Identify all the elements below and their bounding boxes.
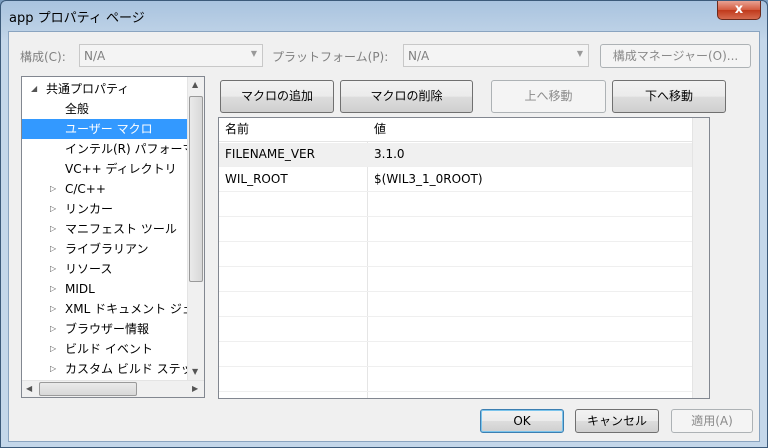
move-up-button[interactable]: 上へ移動 [491,80,606,113]
delete-macro-button[interactable]: マクロの削除 [340,80,473,113]
config-dropdown[interactable]: N/A ▼ [79,44,263,67]
collapsed-arrow-icon[interactable]: ▷ [50,279,56,299]
tree-item-custom-build-step[interactable]: ▷ カスタム ビルド ステップ [22,359,190,379]
collapsed-arrow-icon[interactable]: ▷ [50,299,56,319]
collapsed-arrow-icon[interactable]: ▷ [50,199,56,219]
table-row[interactable] [219,218,692,242]
scrollbar-thumb[interactable] [189,96,203,282]
ok-button[interactable]: OK [480,409,564,433]
tree-item-resources[interactable]: ▷ リソース [22,259,190,279]
scroll-down-icon[interactable]: ▼ [192,367,198,376]
tree-vertical-scrollbar[interactable]: ▲ ▼ [187,77,204,380]
tree-item-build-events[interactable]: ▷ ビルド イベント [22,339,190,359]
macro-grid[interactable]: 名前 値 FILENAME_VER 3.1.0 WIL_ROOT $(WIL3_… [218,117,710,399]
move-down-button[interactable]: 下へ移動 [612,80,726,113]
tree-item-midl[interactable]: ▷ MIDL [22,279,190,299]
grid-header: 名前 値 [219,118,692,142]
collapsed-arrow-icon[interactable]: ▷ [50,219,56,239]
properties-dialog: app プロパティ ページ x 構成(C): N/A ▼ プラットフォーム(P)… [0,0,768,448]
table-row[interactable] [219,193,692,217]
apply-button[interactable]: 適用(A) [671,409,753,433]
tree-item-xml-doc[interactable]: ▷ XML ドキュメント ジェネ [22,299,190,319]
config-manager-button[interactable]: 構成マネージャー(O)... [600,44,751,68]
table-row[interactable]: WIL_ROOT $(WIL3_1_0ROOT) [219,168,692,192]
table-row[interactable] [219,268,692,292]
collapsed-arrow-icon[interactable]: ▷ [50,339,56,359]
chevron-down-icon: ▼ [250,49,257,58]
platform-value: N/A [408,49,430,63]
macro-value-cell[interactable]: $(WIL3_1_0ROOT) [368,168,483,191]
tree-item-browser-info[interactable]: ▷ ブラウザー情報 [22,319,190,339]
scroll-right-icon[interactable]: ▶ [192,384,198,393]
tree-item-cpp[interactable]: ▷ C/C++ [22,179,190,199]
collapsed-arrow-icon[interactable]: ▷ [50,259,56,279]
add-macro-button[interactable]: マクロの追加 [220,80,334,113]
grid-vertical-scrollbar[interactable] [692,118,709,398]
scrollbar-thumb[interactable] [39,382,137,396]
macro-value-cell[interactable]: 3.1.0 [368,143,405,166]
table-row[interactable] [219,368,692,392]
tree-item-librarian[interactable]: ▷ ライブラリアン [22,239,190,259]
column-header-value[interactable]: 値 [368,118,668,141]
collapsed-arrow-icon[interactable]: ▷ [50,359,56,379]
title-bar[interactable]: app プロパティ ページ x [1,1,767,31]
table-row[interactable] [219,318,692,342]
platform-label: プラットフォーム(P): [272,50,389,64]
platform-dropdown[interactable]: N/A ▼ [403,44,589,67]
tree-horizontal-scrollbar[interactable]: ◀ ▶ [22,380,204,397]
tree-item-common-properties[interactable]: ◢ 共通プロパティ [22,79,190,99]
tree-item-general[interactable]: 全般 [22,99,190,119]
table-row[interactable] [219,293,692,317]
column-header-name[interactable]: 名前 [219,118,367,141]
config-label: 構成(C): [20,50,66,64]
config-value: N/A [84,49,106,63]
tree-item-vc-directories[interactable]: VC++ ディレクトリ [22,159,190,179]
tree-item-user-macros[interactable]: ユーザー マクロ [22,119,190,139]
table-row[interactable] [219,243,692,267]
tree-item-manifest-tool[interactable]: ▷ マニフェスト ツール [22,219,190,239]
macro-name-cell[interactable]: WIL_ROOT [219,168,288,191]
tree-item-intel-performance[interactable]: インテル(R) パフォーマンス [22,139,190,159]
collapsed-arrow-icon[interactable]: ▷ [50,179,56,199]
table-row[interactable] [219,343,692,367]
table-row[interactable]: FILENAME_VER 3.1.0 [219,143,692,167]
tree-item-linker[interactable]: ▷ リンカー [22,199,190,219]
macro-name-cell[interactable]: FILENAME_VER [219,143,315,166]
property-tree[interactable]: ◢ 共通プロパティ 全般 ユーザー マクロ インテル(R) パフォーマンス VC… [21,76,205,398]
scroll-left-icon[interactable]: ◀ [26,384,32,393]
cancel-button[interactable]: キャンセル [575,409,659,433]
close-button[interactable]: x [717,1,761,20]
expanded-arrow-icon[interactable]: ◢ [31,79,37,99]
window-title: app プロパティ ページ [9,11,145,26]
scroll-up-icon[interactable]: ▲ [192,80,198,89]
collapsed-arrow-icon[interactable]: ▷ [50,239,56,259]
chevron-down-icon: ▼ [576,49,583,58]
collapsed-arrow-icon[interactable]: ▷ [50,319,56,339]
